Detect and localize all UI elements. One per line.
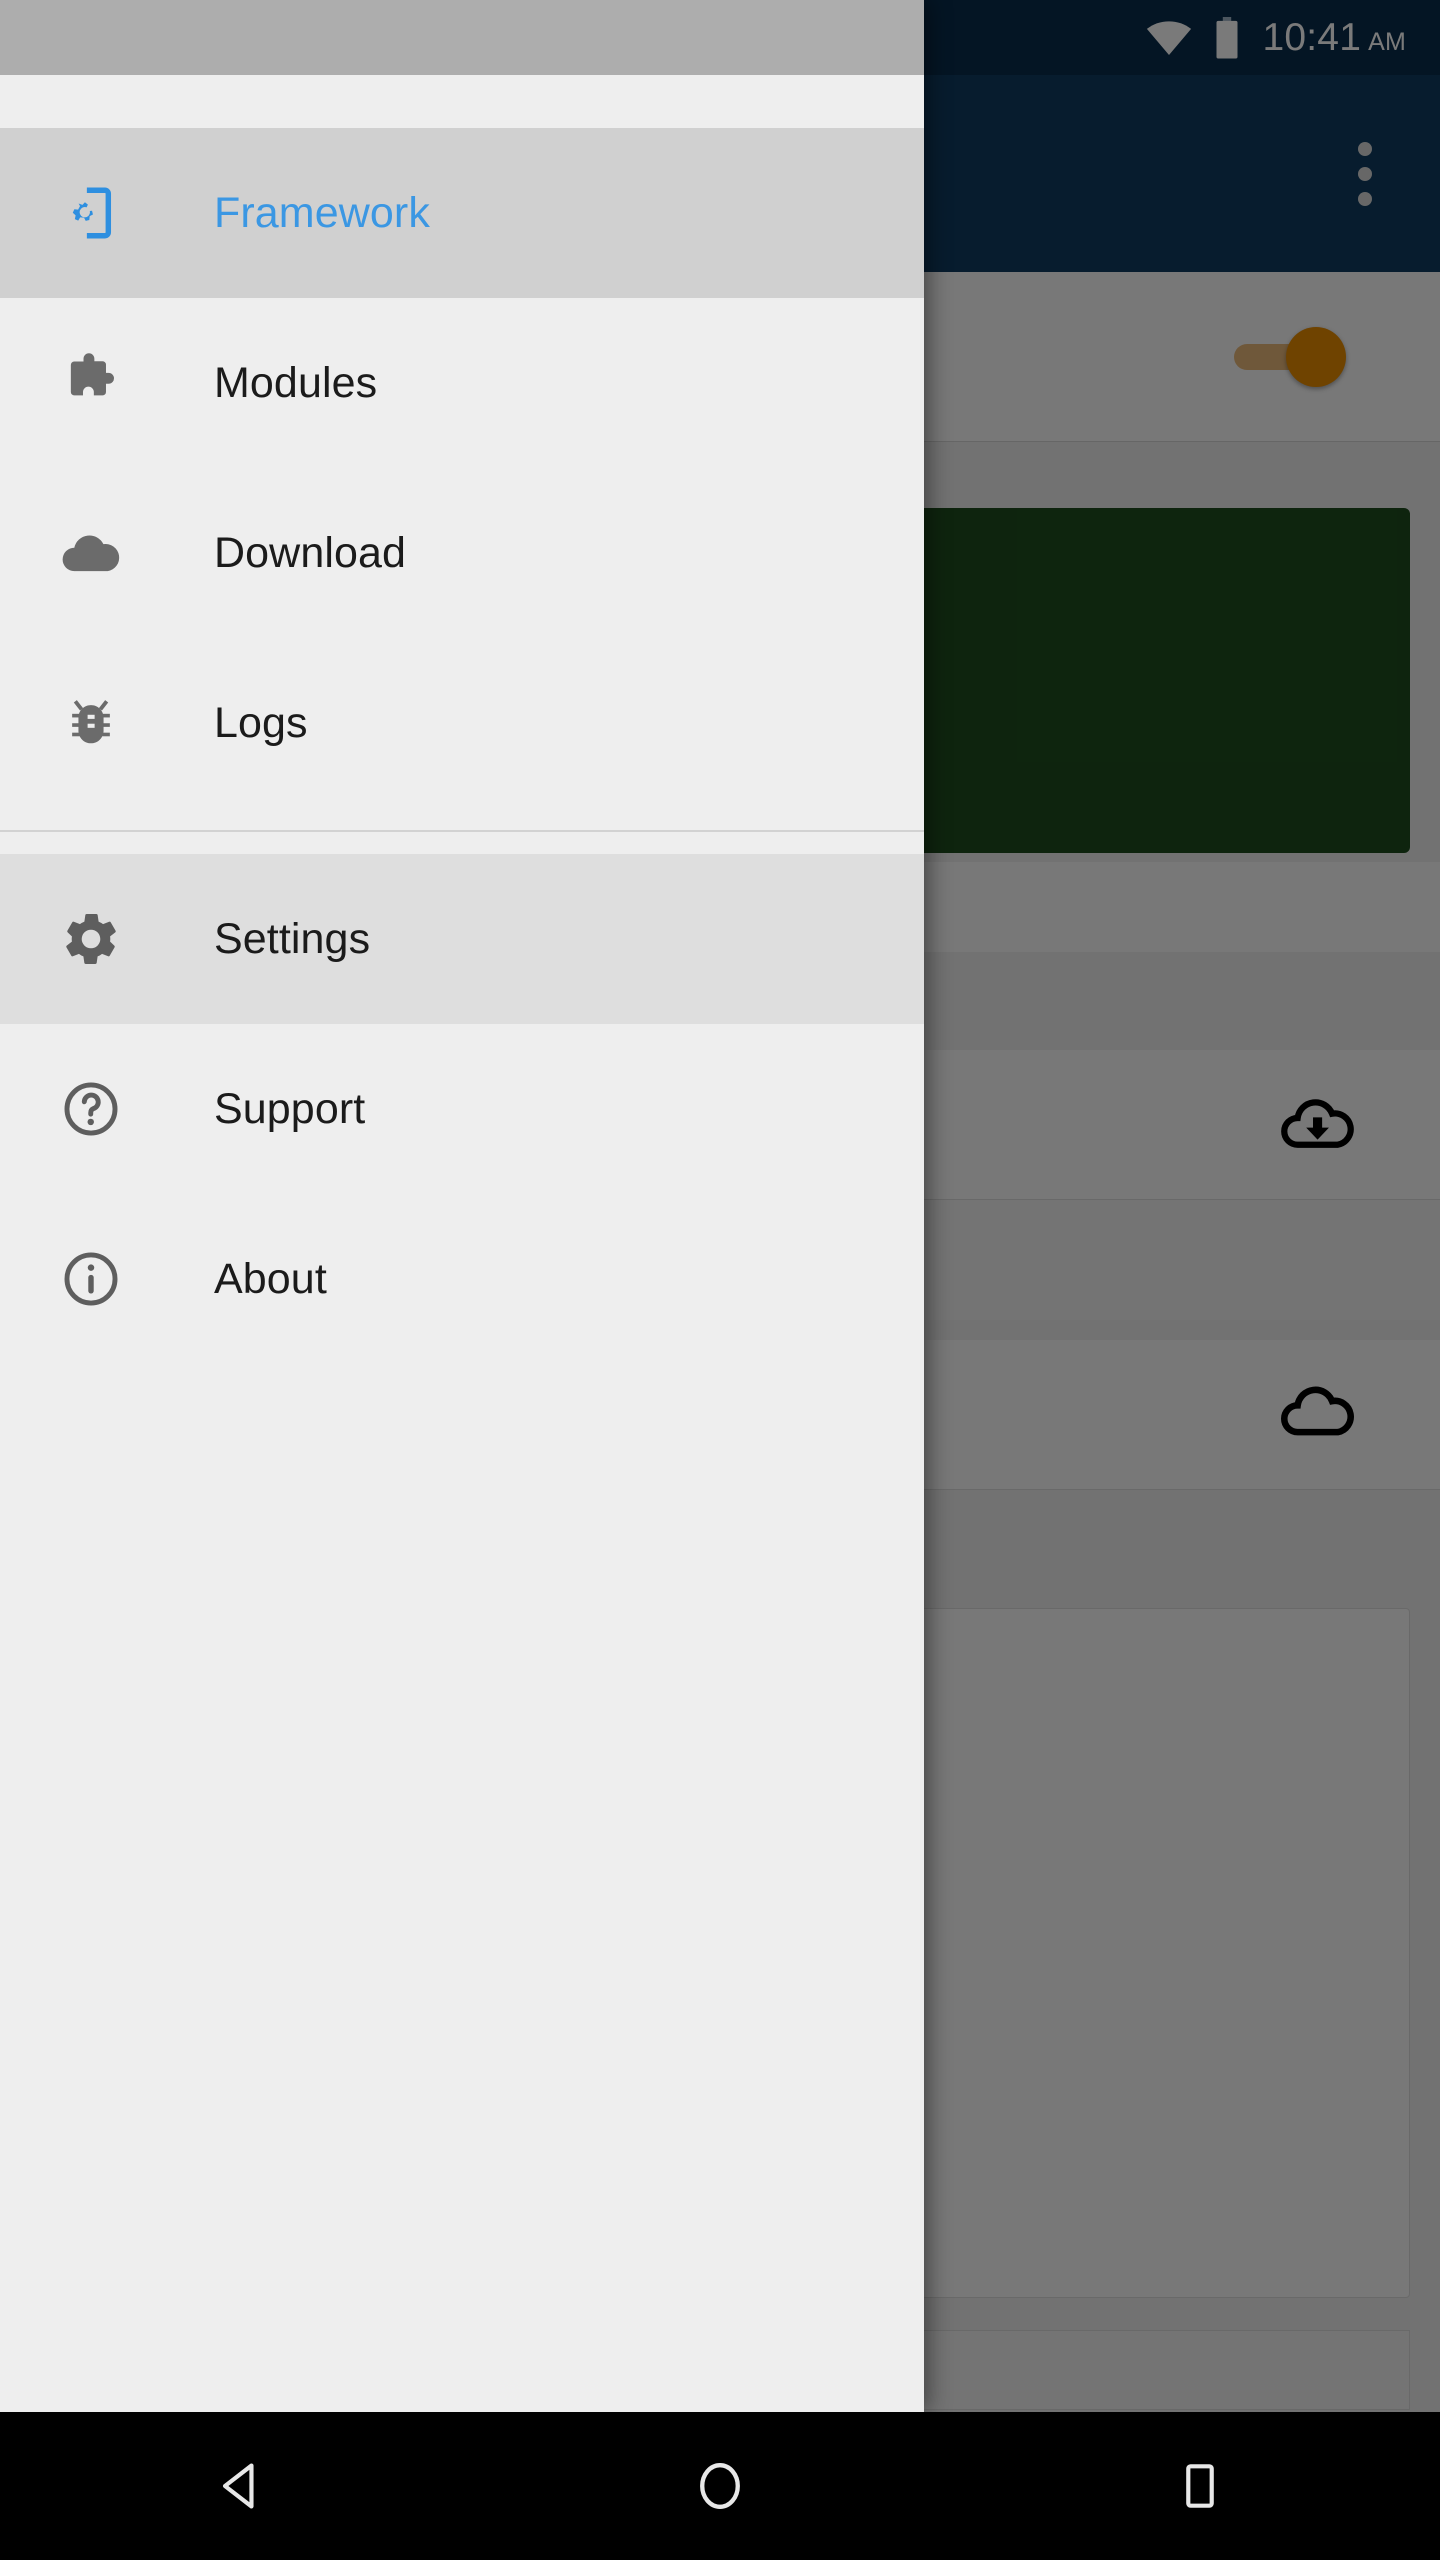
drawer-header-spacer <box>0 75 924 128</box>
drawer-item-settings[interactable]: Settings <box>0 854 924 1024</box>
drawer-item-label: Framework <box>214 188 430 237</box>
bug-icon <box>58 690 124 756</box>
drawer-item-label: About <box>214 1254 327 1303</box>
cloud-filled-icon <box>58 520 124 586</box>
drawer-status-bar-spacer <box>0 0 924 75</box>
divider-spacer-top <box>0 808 924 830</box>
drawer-item-framework[interactable]: Framework <box>0 128 924 298</box>
phone-gear-icon <box>58 180 124 246</box>
drawer-item-label: Support <box>214 1084 366 1133</box>
drawer-item-modules[interactable]: Modules <box>0 298 924 468</box>
drawer-item-logs[interactable]: Logs <box>0 638 924 808</box>
phone-screen: 10:41 AM Xposed Installer Enable resourc… <box>0 0 1440 2560</box>
divider-spacer-bottom <box>0 832 924 854</box>
info-circle-icon <box>58 1246 124 1312</box>
puzzle-piece-icon <box>58 350 124 416</box>
home-circle-icon[interactable] <box>480 2412 960 2560</box>
drawer-item-label: Settings <box>214 914 371 963</box>
back-triangle-icon[interactable] <box>0 2412 480 2560</box>
system-navigation-bar <box>0 2412 1440 2560</box>
gear-icon <box>58 906 124 972</box>
drawer-item-label: Download <box>214 528 407 577</box>
help-circle-icon <box>58 1076 124 1142</box>
recents-square-icon[interactable] <box>960 2412 1440 2560</box>
drawer-item-download[interactable]: Download <box>0 468 924 638</box>
drawer-item-label: Logs <box>214 698 308 747</box>
drawer-item-about[interactable]: About <box>0 1194 924 1364</box>
drawer-item-label: Modules <box>214 358 378 407</box>
navigation-drawer: Framework Modules Download Logs Settings… <box>0 0 924 2412</box>
drawer-item-support[interactable]: Support <box>0 1024 924 1194</box>
